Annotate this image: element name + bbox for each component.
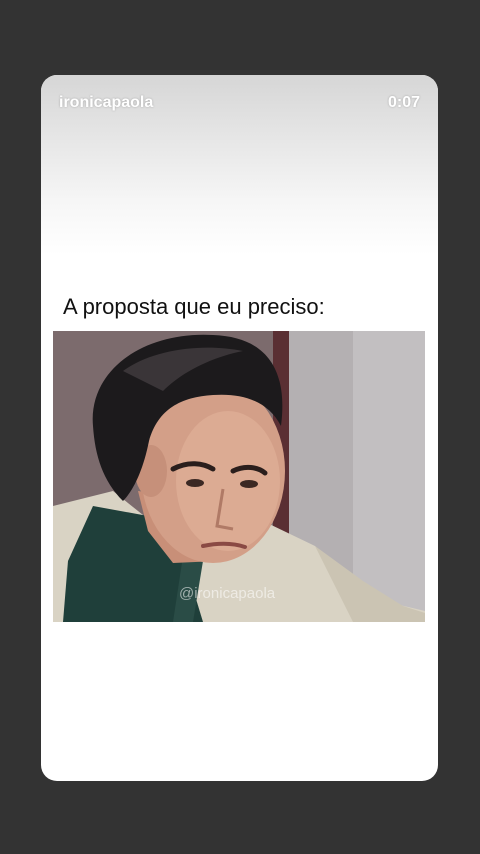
video-watermark: @ironicapaola [179,585,276,602]
post-caption: A proposta que eu preciso: [63,294,325,319]
story-card[interactable]: ironicapaola 0:07 A proposta que eu prec… [41,75,438,781]
story-username[interactable]: ironicapaola [59,94,153,112]
man-portrait-image [53,331,425,622]
video-frame[interactable]: @ironicapaola [53,331,425,622]
story-timestamp: 0:07 [387,94,420,111]
